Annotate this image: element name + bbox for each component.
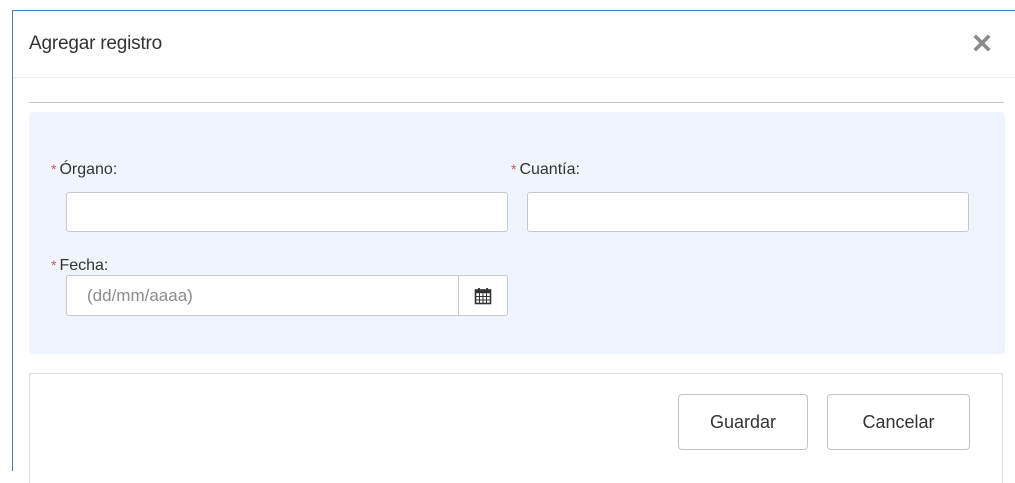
- header-separator: [13, 77, 1015, 78]
- fecha-label: * Fecha:: [51, 257, 108, 275]
- cancel-button[interactable]: Cancelar: [827, 394, 970, 450]
- fecha-date-picker: [66, 275, 508, 316]
- cuantia-label: * Cuantía:: [511, 161, 580, 179]
- fecha-label-text: Fecha:: [59, 257, 109, 274]
- calendar-button[interactable]: [458, 276, 507, 315]
- organo-input[interactable]: [66, 192, 508, 232]
- fecha-input[interactable]: [67, 276, 459, 315]
- cuantia-input[interactable]: [527, 192, 969, 232]
- save-button[interactable]: Guardar: [678, 394, 808, 450]
- dialog-header: Agregar registro: [13, 11, 1015, 77]
- required-asterisk: *: [51, 257, 57, 273]
- organo-label-text: Órgano:: [59, 161, 118, 178]
- dialog-title: Agregar registro: [29, 33, 163, 54]
- organo-label: * Órgano:: [51, 161, 117, 179]
- add-record-dialog: Agregar registro * Órgano: * Cuantía: * Fec…: [12, 10, 1015, 483]
- divider: [29, 102, 1004, 103]
- required-asterisk: *: [511, 161, 517, 177]
- close-icon[interactable]: [971, 32, 993, 54]
- form-panel: * Órgano: * Cuantía: * Fecha:: [29, 112, 1005, 354]
- required-asterisk: *: [51, 161, 57, 177]
- calendar-icon: [474, 287, 492, 304]
- cuantia-label-text: Cuantía:: [519, 161, 580, 178]
- dialog-footer: Guardar Cancelar: [29, 373, 1003, 483]
